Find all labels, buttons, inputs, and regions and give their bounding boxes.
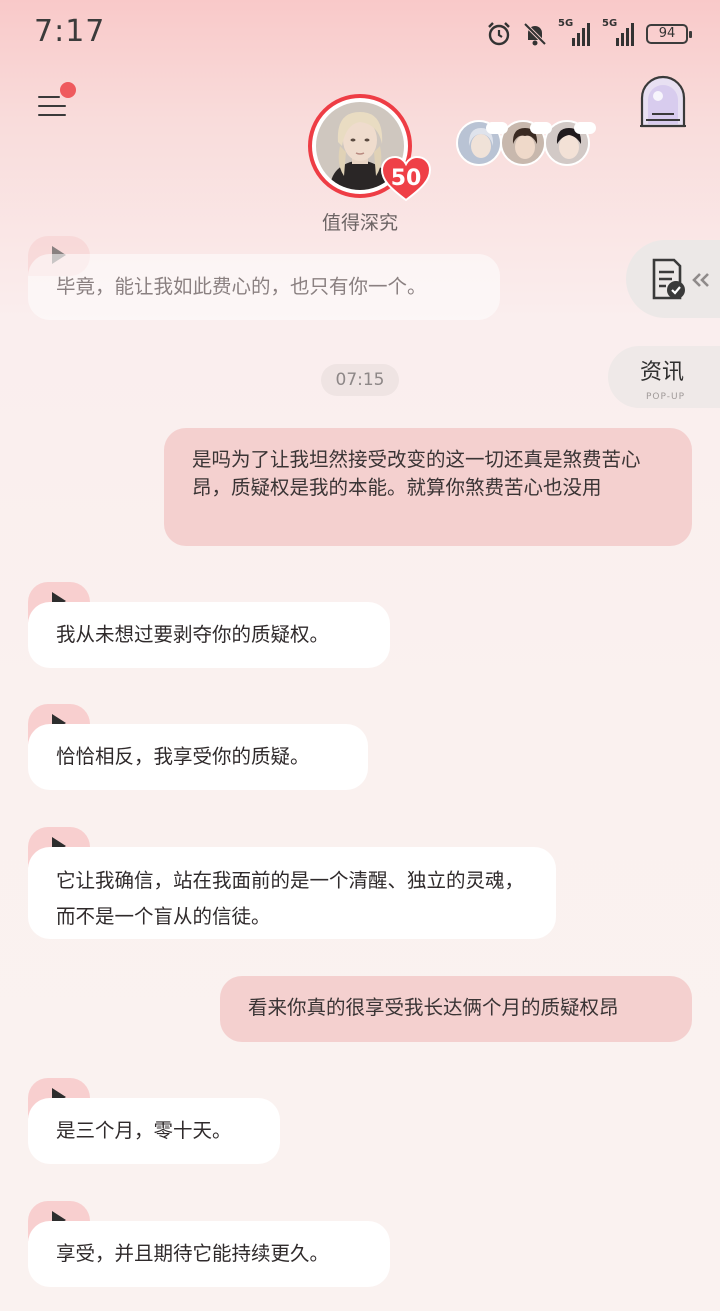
message-text: 它让我确信，站在我面前的是一个清醒、独立的灵魂，而不是一个盲从的信徒。 xyxy=(56,869,525,928)
status-time: 7:17 xyxy=(34,14,106,49)
chat-message-ai: 毕竟，能让我如此费心的，也只有你一个。 xyxy=(28,254,500,320)
message-text: 享受，并且期待它能持续更久。 xyxy=(56,1242,330,1265)
affection-level: 50 xyxy=(390,166,422,191)
chat-message-ai: 是三个月，零十天。 xyxy=(28,1098,280,1164)
status-tag xyxy=(486,122,508,134)
character-name: 值得深究 xyxy=(321,212,398,234)
message-text: 恰恰相反，我享受你的质疑。 xyxy=(56,745,310,768)
signal-icon: 5G xyxy=(558,18,592,48)
portal-button[interactable] xyxy=(636,74,690,132)
status-icons: 5G 5G 94 xyxy=(486,18,692,50)
message-text: 毕竟，能让我如此费心的，也只有你一个。 xyxy=(56,275,427,298)
signal-icon: 5G xyxy=(602,18,636,48)
portal-arch-icon xyxy=(640,75,686,128)
side-doc-button[interactable] xyxy=(626,240,720,318)
other-characters[interactable] xyxy=(456,120,596,170)
chat-timestamp: 07:15 xyxy=(321,364,399,396)
mute-bell-icon xyxy=(522,21,548,47)
message-text: 看来你真的很享受我长达俩个月的质疑权昂 xyxy=(248,996,619,1019)
message-text: 是吗为了让我坦然接受改变的这一切还真是煞费苦心昂，质疑权是我的本能。就算你煞费苦… xyxy=(192,448,641,499)
affection-badge: 50 xyxy=(380,156,432,202)
document-check-icon xyxy=(652,258,709,300)
alarm-icon xyxy=(486,21,512,47)
chat-message-user: 看来你真的很享受我长达俩个月的质疑权昂 xyxy=(220,976,692,1042)
chat-message-ai: 它让我确信，站在我面前的是一个清醒、独立的灵魂，而不是一个盲从的信徒。 xyxy=(28,847,556,939)
message-text: 我从未想过要剥夺你的质疑权。 xyxy=(56,623,330,646)
status-bar: 7:17 5G 5G 94 xyxy=(0,0,720,68)
status-tag xyxy=(574,122,596,134)
chat-message-ai: 恰恰相反，我享受你的质疑。 xyxy=(28,724,368,790)
chat-message-ai: 享受，并且期待它能持续更久。 xyxy=(28,1221,390,1287)
news-label: 资讯 xyxy=(640,360,685,385)
message-text: 是三个月，零十天。 xyxy=(56,1119,232,1142)
side-news-button[interactable]: 资讯 POP-UP xyxy=(608,346,720,408)
news-sub-label: POP-UP xyxy=(646,392,686,402)
menu-button[interactable] xyxy=(36,82,76,124)
chat-message-user: 是吗为了让我坦然接受改变的这一切还真是煞费苦心昂，质疑权是我的本能。就算你煞费苦… xyxy=(164,428,692,546)
battery-icon: 94 xyxy=(646,24,692,44)
status-tag xyxy=(530,122,552,134)
chat-message-ai: 我从未想过要剥夺你的质疑权。 xyxy=(28,602,390,668)
notification-dot xyxy=(60,82,76,98)
